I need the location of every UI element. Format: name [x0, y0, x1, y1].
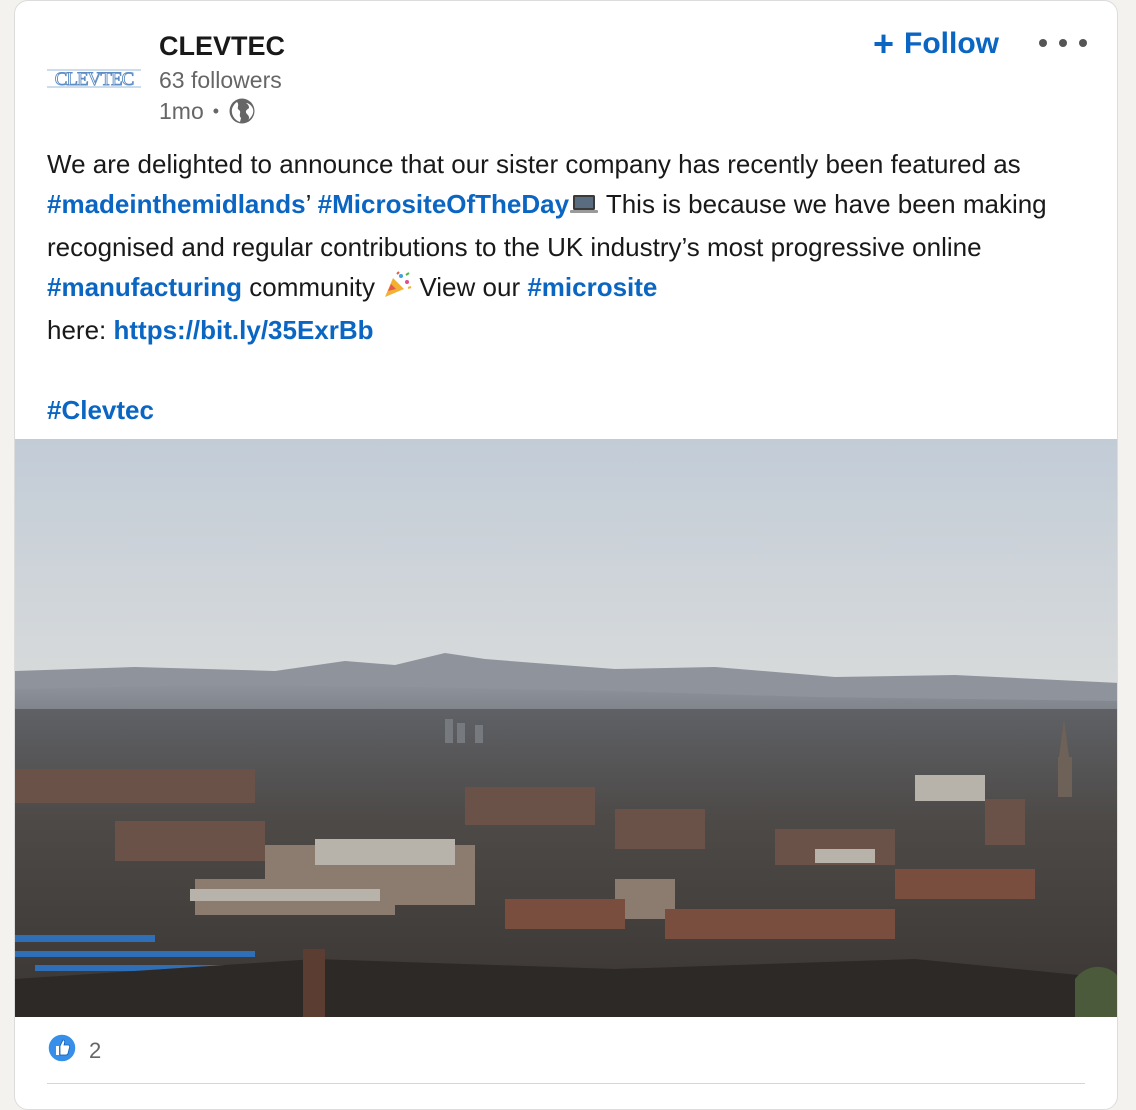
post-image[interactable]: [15, 439, 1117, 1017]
reaction-count: 2: [89, 1037, 102, 1063]
reactions-count[interactable]: 2: [47, 1033, 101, 1068]
like-icon: [47, 1033, 77, 1068]
commentary-text: We are delighted to announce that our si…: [47, 149, 1021, 179]
commentary-text: View our: [412, 272, 528, 302]
post-time: 1mo: [159, 97, 204, 124]
post-meta: 1mo •: [159, 97, 256, 125]
follow-button[interactable]: + Follow: [869, 23, 1003, 65]
divider: [47, 1083, 1085, 1084]
commentary-text: community: [242, 272, 383, 302]
company-name[interactable]: CLEVTEC: [159, 31, 285, 62]
laptop-emoji-icon: [569, 187, 599, 227]
post-link[interactable]: https://bit.ly/35ExrBb: [114, 315, 374, 345]
follower-count: 63 followers: [159, 67, 282, 93]
hashtag-clevtec[interactable]: #Clevtec: [47, 395, 154, 425]
commentary-text: here:: [47, 315, 114, 345]
feed-post-card: CLEVTEC CLEVTEC 63 followers 1mo • + Fol…: [14, 0, 1118, 1110]
party-popper-emoji-icon: [382, 270, 412, 310]
clevtec-logo-icon: CLEVTEC: [45, 57, 143, 97]
hashtag-micrositeoftheday[interactable]: #MicrositeOfTheDay: [318, 189, 569, 219]
commentary-text: ’: [305, 189, 318, 219]
hashtag-madeinthemidlands[interactable]: #madeinthemidlands: [47, 189, 306, 219]
hashtag-manufacturing[interactable]: #manufacturing: [47, 272, 242, 302]
ellipsis-icon: [1039, 39, 1047, 47]
more-options-button[interactable]: [1039, 29, 1087, 57]
svg-text:CLEVTEC: CLEVTEC: [55, 69, 134, 90]
company-logo[interactable]: CLEVTEC: [45, 57, 143, 97]
follow-label: Follow: [904, 27, 1000, 60]
globe-icon: [228, 97, 256, 125]
plus-icon: +: [873, 23, 895, 64]
post-commentary: We are delighted to announce that our si…: [47, 144, 1097, 430]
hashtag-microsite[interactable]: #microsite: [527, 272, 657, 302]
aerial-town-photo: [15, 439, 1117, 1017]
meta-separator: •: [212, 100, 220, 121]
